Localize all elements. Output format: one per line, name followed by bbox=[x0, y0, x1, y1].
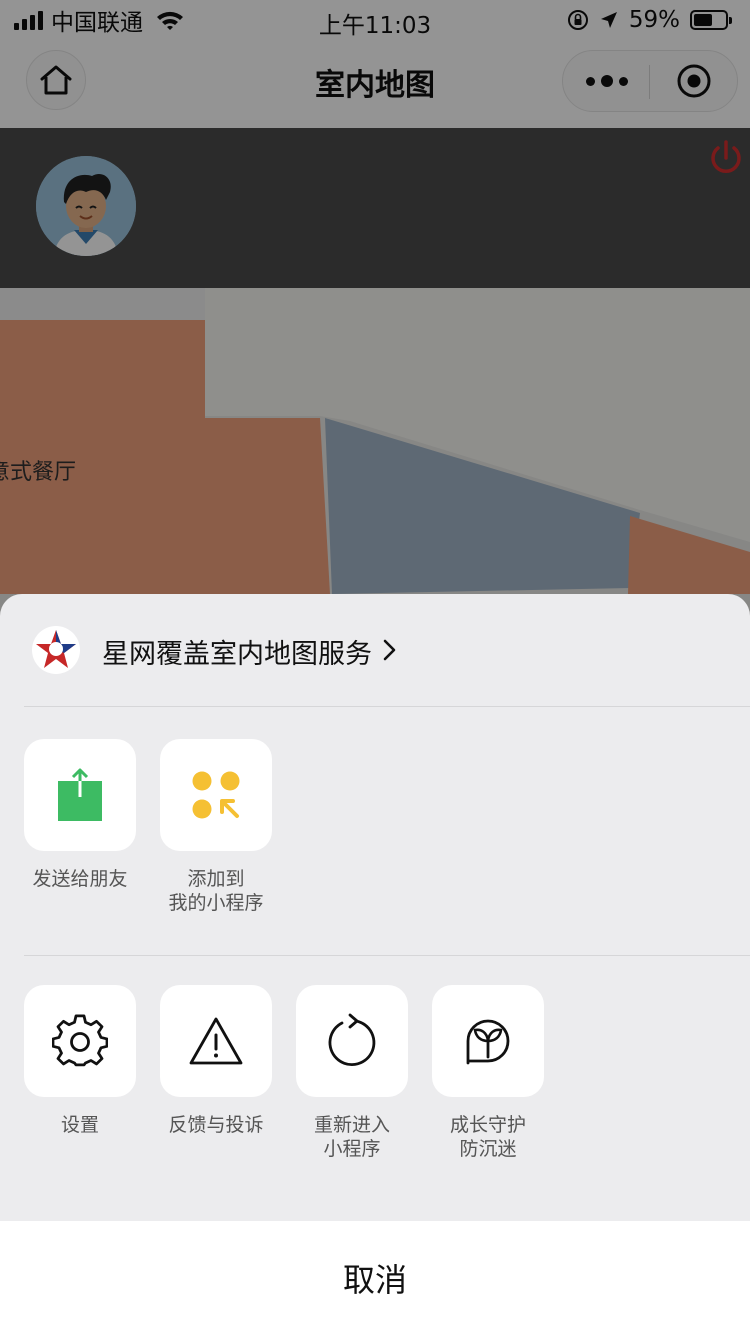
feedback-tile[interactable] bbox=[160, 985, 272, 1097]
chevron-right-icon bbox=[383, 639, 396, 661]
share-row: 发送给朋友 添加到 我的小程序 bbox=[24, 739, 272, 915]
share-icon bbox=[58, 768, 102, 821]
warning-icon bbox=[189, 1017, 243, 1065]
sprout-icon bbox=[466, 1019, 510, 1065]
feedback-label: 反馈与投诉 bbox=[168, 1114, 264, 1136]
add-to-my-mini-programs-button[interactable]: 添加到 我的小程序 bbox=[160, 739, 272, 915]
divider bbox=[24, 706, 750, 707]
cancel-button[interactable]: 取消 bbox=[0, 1221, 750, 1334]
send-to-friend-tile[interactable] bbox=[24, 739, 136, 851]
function-row: 设置 反馈与投诉 重新进入 小程序 成长守护 防沉迷 bbox=[24, 985, 544, 1161]
add-to-my-mini-programs-label: 添加到 我的小程序 bbox=[168, 868, 264, 914]
app-logo bbox=[32, 626, 80, 674]
growth-guard-label: 成长守护 防沉迷 bbox=[449, 1114, 526, 1160]
add-to-my-mini-programs-tile[interactable] bbox=[160, 739, 272, 851]
reenter-button[interactable]: 重新进入 小程序 bbox=[296, 985, 408, 1161]
mini-program-header[interactable]: 星网覆盖室内地图服务 bbox=[0, 594, 750, 706]
star-logo-icon bbox=[36, 630, 76, 668]
reenter-tile[interactable] bbox=[296, 985, 408, 1097]
send-to-friend-label: 发送给朋友 bbox=[32, 868, 128, 890]
reenter-label: 重新进入 小程序 bbox=[313, 1114, 390, 1160]
growth-guard-tile[interactable] bbox=[432, 985, 544, 1097]
settings-label: 设置 bbox=[60, 1114, 99, 1136]
divider bbox=[24, 955, 750, 956]
mini-program-name: 星网覆盖室内地图服务 bbox=[102, 639, 372, 670]
add-mini-program-icon bbox=[192, 771, 240, 819]
gear-icon bbox=[52, 1014, 108, 1067]
settings-button[interactable]: 设置 bbox=[24, 985, 136, 1161]
growth-guard-button[interactable]: 成长守护 防沉迷 bbox=[432, 985, 544, 1161]
settings-tile[interactable] bbox=[24, 985, 136, 1097]
action-sheet: 星网覆盖室内地图服务 发送给朋友 添加到 我的小程序 设置 反馈与投诉 重新进入… bbox=[0, 594, 750, 1334]
send-to-friend-button[interactable]: 发送给朋友 bbox=[24, 739, 136, 915]
reload-icon bbox=[328, 1013, 376, 1067]
feedback-button[interactable]: 反馈与投诉 bbox=[160, 985, 272, 1161]
